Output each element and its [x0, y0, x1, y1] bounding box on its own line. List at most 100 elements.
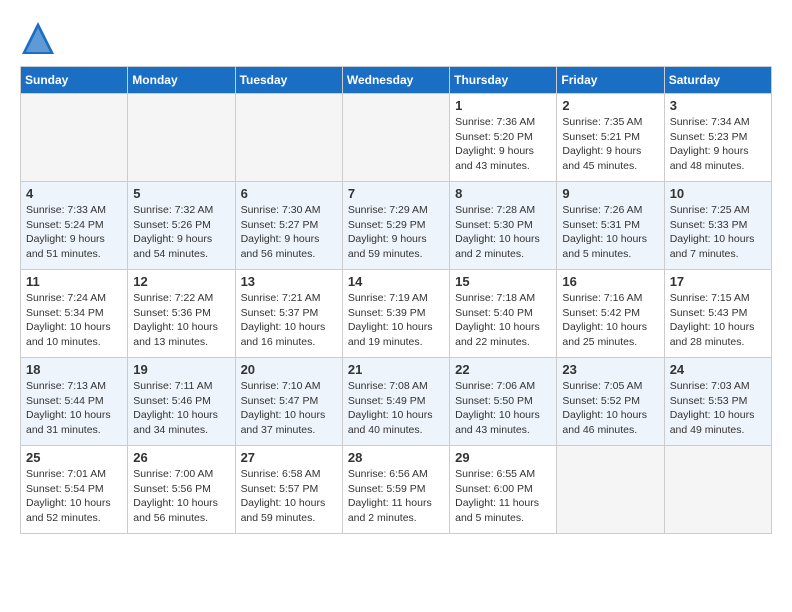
day-number: 24	[670, 362, 766, 377]
day-number: 28	[348, 450, 444, 465]
day-info: Sunrise: 7:16 AMSunset: 5:42 PMDaylight:…	[562, 291, 658, 350]
day-info: Sunrise: 7:28 AMSunset: 5:30 PMDaylight:…	[455, 203, 551, 262]
calendar-cell: 2 Sunrise: 7:35 AMSunset: 5:21 PMDaylight…	[557, 94, 664, 182]
day-number: 25	[26, 450, 122, 465]
day-info: Sunrise: 7:06 AMSunset: 5:50 PMDaylight:…	[455, 379, 551, 438]
day-info: Sunrise: 7:13 AMSunset: 5:44 PMDaylight:…	[26, 379, 122, 438]
calendar-cell: 14 Sunrise: 7:19 AMSunset: 5:39 PMDayligh…	[342, 270, 449, 358]
calendar-cell: 6 Sunrise: 7:30 AMSunset: 5:27 PMDaylight…	[235, 182, 342, 270]
day-number: 18	[26, 362, 122, 377]
calendar-cell	[21, 94, 128, 182]
calendar-cell: 5 Sunrise: 7:32 AMSunset: 5:26 PMDaylight…	[128, 182, 235, 270]
day-info: Sunrise: 7:30 AMSunset: 5:27 PMDaylight:…	[241, 203, 337, 262]
calendar-cell: 9 Sunrise: 7:26 AMSunset: 5:31 PMDaylight…	[557, 182, 664, 270]
day-number: 21	[348, 362, 444, 377]
calendar-week-row: 18 Sunrise: 7:13 AMSunset: 5:44 PMDayligh…	[21, 358, 772, 446]
day-info: Sunrise: 7:08 AMSunset: 5:49 PMDaylight:…	[348, 379, 444, 438]
day-info: Sunrise: 7:21 AMSunset: 5:37 PMDaylight:…	[241, 291, 337, 350]
day-number: 13	[241, 274, 337, 289]
day-number: 26	[133, 450, 229, 465]
day-number: 1	[455, 98, 551, 113]
calendar-table: SundayMondayTuesdayWednesdayThursdayFrid…	[20, 66, 772, 534]
day-info: Sunrise: 6:55 AMSunset: 6:00 PMDaylight:…	[455, 467, 551, 526]
calendar-cell: 23 Sunrise: 7:05 AMSunset: 5:52 PMDayligh…	[557, 358, 664, 446]
day-info: Sunrise: 7:11 AMSunset: 5:46 PMDaylight:…	[133, 379, 229, 438]
calendar-cell: 20Sunrise: 7:10 AMSunset: 5:47 PMDayligh…	[235, 358, 342, 446]
day-number: 14	[348, 274, 444, 289]
calendar-cell: 8 Sunrise: 7:28 AMSunset: 5:30 PMDaylight…	[450, 182, 557, 270]
logo-icon	[20, 20, 56, 56]
day-number: 7	[348, 186, 444, 201]
calendar-cell	[342, 94, 449, 182]
day-info: Sunrise: 6:58 AMSunset: 5:57 PMDaylight:…	[241, 467, 337, 526]
calendar-cell: 12 Sunrise: 7:22 AMSunset: 5:36 PMDayligh…	[128, 270, 235, 358]
day-info: Sunrise: 7:01 AMSunset: 5:54 PMDaylight:…	[26, 467, 122, 526]
day-number: 2	[562, 98, 658, 113]
day-info: Sunrise: 7:26 AMSunset: 5:31 PMDaylight:…	[562, 203, 658, 262]
calendar-week-row: 1 Sunrise: 7:36 AMSunset: 5:20 PMDaylight…	[21, 94, 772, 182]
calendar-week-row: 4 Sunrise: 7:33 AMSunset: 5:24 PMDaylight…	[21, 182, 772, 270]
day-info: Sunrise: 7:25 AMSunset: 5:33 PMDaylight:…	[670, 203, 766, 262]
calendar-cell	[128, 94, 235, 182]
day-number: 6	[241, 186, 337, 201]
calendar-cell: 4 Sunrise: 7:33 AMSunset: 5:24 PMDaylight…	[21, 182, 128, 270]
calendar-cell	[664, 446, 771, 534]
day-number: 19	[133, 362, 229, 377]
day-info: Sunrise: 7:15 AMSunset: 5:43 PMDaylight:…	[670, 291, 766, 350]
calendar-cell: 21 Sunrise: 7:08 AMSunset: 5:49 PMDayligh…	[342, 358, 449, 446]
day-info: Sunrise: 7:18 AMSunset: 5:40 PMDaylight:…	[455, 291, 551, 350]
calendar-cell: 19 Sunrise: 7:11 AMSunset: 5:46 PMDayligh…	[128, 358, 235, 446]
day-number: 3	[670, 98, 766, 113]
day-number: 17	[670, 274, 766, 289]
calendar-cell: 13 Sunrise: 7:21 AMSunset: 5:37 PMDayligh…	[235, 270, 342, 358]
day-info: Sunrise: 7:32 AMSunset: 5:26 PMDaylight:…	[133, 203, 229, 262]
day-of-week-header: Saturday	[664, 67, 771, 94]
calendar-cell: 3 Sunrise: 7:34 AMSunset: 5:23 PMDaylight…	[664, 94, 771, 182]
day-info: Sunrise: 7:22 AMSunset: 5:36 PMDaylight:…	[133, 291, 229, 350]
day-of-week-header: Thursday	[450, 67, 557, 94]
calendar-cell: 28Sunrise: 6:56 AMSunset: 5:59 PMDayligh…	[342, 446, 449, 534]
day-info: Sunrise: 7:33 AMSunset: 5:24 PMDaylight:…	[26, 203, 122, 262]
day-number: 10	[670, 186, 766, 201]
day-number: 9	[562, 186, 658, 201]
page-header	[20, 20, 772, 56]
day-of-week-header: Tuesday	[235, 67, 342, 94]
day-of-week-header: Sunday	[21, 67, 128, 94]
calendar-cell	[557, 446, 664, 534]
day-info: Sunrise: 7:03 AMSunset: 5:53 PMDaylight:…	[670, 379, 766, 438]
calendar-cell: 18 Sunrise: 7:13 AMSunset: 5:44 PMDayligh…	[21, 358, 128, 446]
day-number: 4	[26, 186, 122, 201]
day-info: Sunrise: 7:34 AMSunset: 5:23 PMDaylight:…	[670, 115, 766, 174]
day-number: 20	[241, 362, 337, 377]
calendar-cell: 26 Sunrise: 7:00 AMSunset: 5:56 PMDayligh…	[128, 446, 235, 534]
day-of-week-header: Friday	[557, 67, 664, 94]
calendar-cell	[235, 94, 342, 182]
day-number: 11	[26, 274, 122, 289]
calendar-cell: 15 Sunrise: 7:18 AMSunset: 5:40 PMDayligh…	[450, 270, 557, 358]
day-info: Sunrise: 7:00 AMSunset: 5:56 PMDaylight:…	[133, 467, 229, 526]
calendar-cell: 24 Sunrise: 7:03 AMSunset: 5:53 PMDayligh…	[664, 358, 771, 446]
calendar-week-row: 25 Sunrise: 7:01 AMSunset: 5:54 PMDayligh…	[21, 446, 772, 534]
day-number: 29	[455, 450, 551, 465]
day-info: Sunrise: 7:35 AMSunset: 5:21 PMDaylight:…	[562, 115, 658, 174]
day-number: 16	[562, 274, 658, 289]
day-of-week-header: Wednesday	[342, 67, 449, 94]
day-number: 5	[133, 186, 229, 201]
day-number: 15	[455, 274, 551, 289]
calendar-header-row: SundayMondayTuesdayWednesdayThursdayFrid…	[21, 67, 772, 94]
day-info: Sunrise: 7:36 AMSunset: 5:20 PMDaylight:…	[455, 115, 551, 174]
day-number: 22	[455, 362, 551, 377]
day-number: 8	[455, 186, 551, 201]
calendar-cell: 11Sunrise: 7:24 AMSunset: 5:34 PMDayligh…	[21, 270, 128, 358]
calendar-cell: 25 Sunrise: 7:01 AMSunset: 5:54 PMDayligh…	[21, 446, 128, 534]
day-info: Sunrise: 7:19 AMSunset: 5:39 PMDaylight:…	[348, 291, 444, 350]
calendar-cell: 7Sunrise: 7:29 AMSunset: 5:29 PMDaylight…	[342, 182, 449, 270]
calendar-cell: 1 Sunrise: 7:36 AMSunset: 5:20 PMDaylight…	[450, 94, 557, 182]
day-of-week-header: Monday	[128, 67, 235, 94]
calendar-cell: 27 Sunrise: 6:58 AMSunset: 5:57 PMDayligh…	[235, 446, 342, 534]
day-info: Sunrise: 7:05 AMSunset: 5:52 PMDaylight:…	[562, 379, 658, 438]
calendar-cell: 16 Sunrise: 7:16 AMSunset: 5:42 PMDayligh…	[557, 270, 664, 358]
day-number: 27	[241, 450, 337, 465]
day-number: 23	[562, 362, 658, 377]
day-number: 12	[133, 274, 229, 289]
